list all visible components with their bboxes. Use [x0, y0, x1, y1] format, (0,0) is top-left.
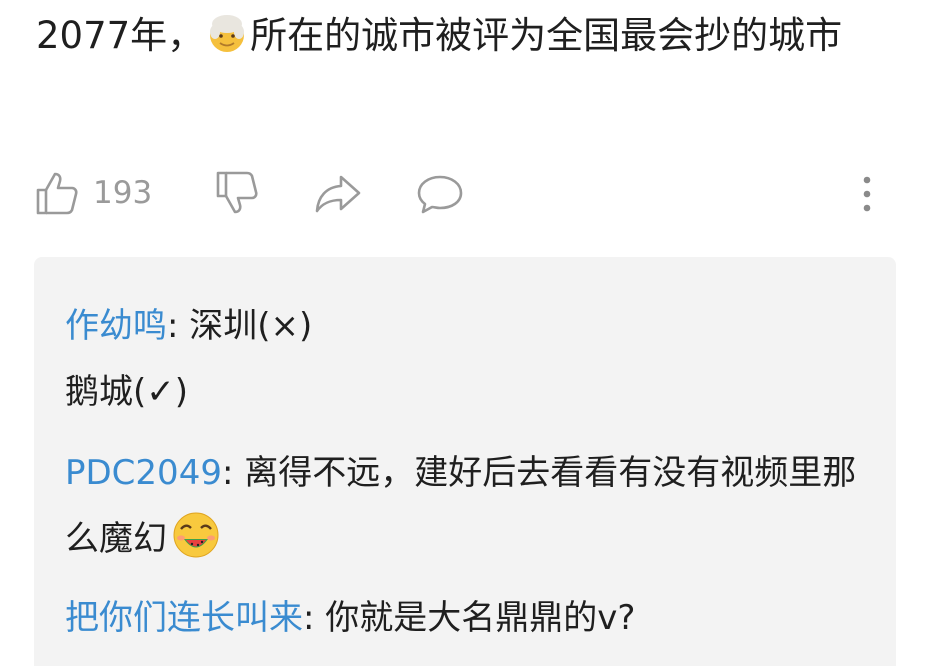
reply-author-link[interactable]: 作幼鸣 [65, 306, 167, 346]
action-bar: 193 [33, 165, 893, 221]
reply-item: PDC2049: 离得不远，建好后去看看有没有视频里那么魔幻 [65, 440, 865, 572]
more-icon [863, 176, 871, 212]
like-button[interactable]: 193 [33, 165, 152, 221]
reply-author-link[interactable]: PDC2049 [65, 453, 222, 493]
comment-icon [417, 175, 463, 214]
reply-list: 作幼鸣: 深圳(×) 鹅城(✓) PDC2049: 离得不远，建好后去看看有没有… [34, 257, 896, 666]
comment-card: 2077年， 所在的诚市被评为全国最会抄的城市 193 作幼鸣: 深圳(×) 鹅… [0, 0, 934, 666]
reply-text-line-1: 深圳(×) [189, 306, 313, 346]
reply-separator: : [221, 453, 245, 493]
more-options-button[interactable] [855, 165, 879, 221]
thumbs-down-icon [216, 171, 258, 214]
reply-item: 把你们连长叫来: 你就是大名鼎鼎的v? [65, 585, 865, 651]
comment-text-end: 所在的诚市被评为全国最会抄的城市 [250, 14, 843, 57]
share-icon [315, 175, 361, 213]
reply-text-line-2: 鹅城(✓) [65, 372, 189, 412]
comment-text-start: 2077年， [36, 14, 205, 57]
share-button[interactable] [313, 165, 363, 221]
reply-item: 作幼鸣: 深圳(×) 鹅城(✓) [65, 293, 865, 425]
reply-text: 你就是大名鼎鼎的v? [325, 598, 636, 638]
comment-button[interactable] [415, 165, 465, 221]
dislike-button[interactable] [213, 165, 261, 221]
old-man-emoji-icon [210, 15, 245, 52]
comment-text: 2077年， 所在的诚市被评为全国最会抄的城市 [36, 2, 896, 70]
reply-separator: : [167, 306, 190, 346]
like-count: 193 [93, 175, 153, 211]
eating-watermelon-emoji-icon [173, 512, 219, 558]
reply-author-link[interactable]: 把你们连长叫来 [65, 598, 303, 638]
thumbs-up-icon [36, 172, 78, 215]
reply-separator: : [303, 598, 326, 638]
